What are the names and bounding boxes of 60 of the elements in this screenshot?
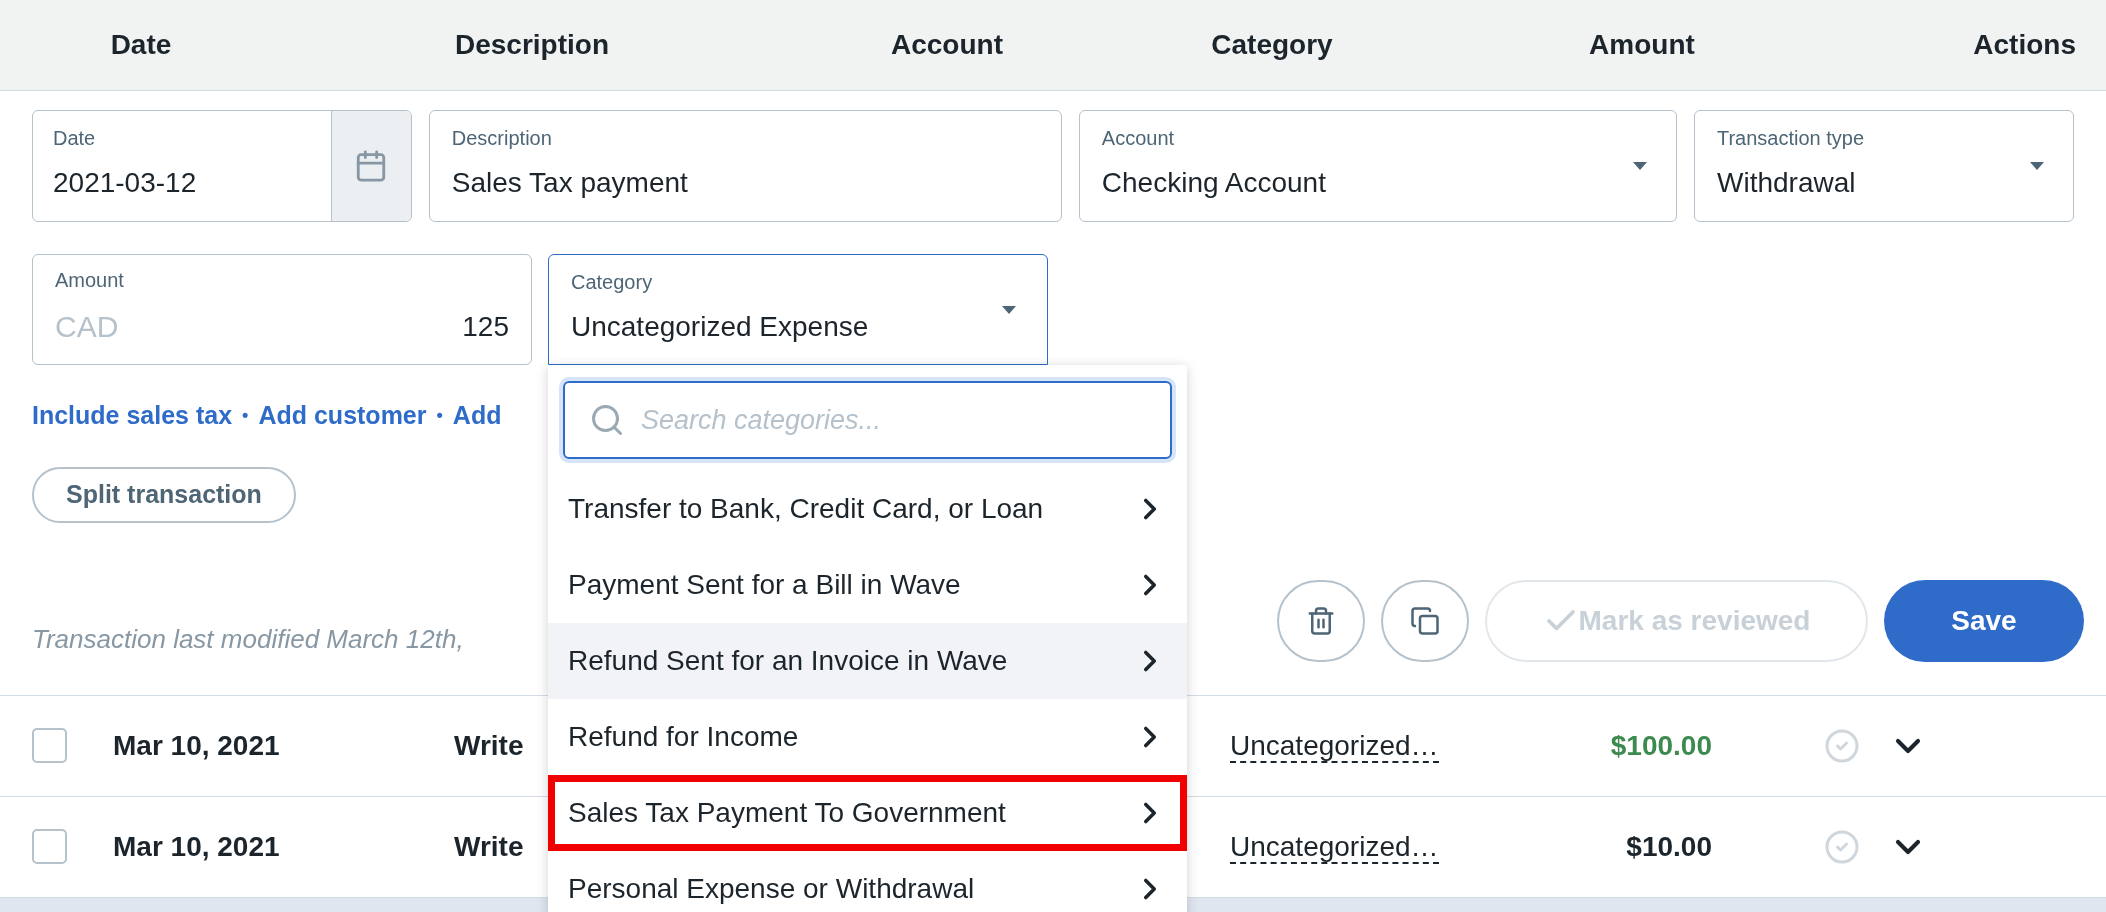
row-description: Write xyxy=(454,729,524,761)
field-label: Amount xyxy=(55,270,125,290)
transaction-type-select[interactable]: Transaction type Withdrawal xyxy=(1694,110,2074,222)
caret-icon xyxy=(1001,304,1017,315)
row-checkbox[interactable] xyxy=(32,829,67,864)
column-header: Description xyxy=(455,29,609,60)
trash-icon xyxy=(1306,605,1336,636)
delete-button[interactable] xyxy=(1277,579,1365,662)
field-value: Withdrawal xyxy=(1717,166,1857,200)
category-option[interactable]: Payment Sent for a Bill in Wave xyxy=(548,547,1187,623)
row-category[interactable]: Uncategorized… xyxy=(1230,729,1439,763)
row-category[interactable]: Uncategorized… xyxy=(1230,830,1439,864)
amount-field[interactable]: Amount CAD 125 xyxy=(32,254,532,365)
column-header: Category xyxy=(1211,29,1333,60)
row-date: Mar 10, 2021 xyxy=(113,729,280,761)
field-value: 2021-03-12 xyxy=(53,166,198,200)
row-checkbox[interactable] xyxy=(32,728,67,763)
currency-label: CAD xyxy=(55,309,119,345)
column-header: Amount xyxy=(1589,29,1695,60)
column-header: Actions xyxy=(1973,29,2076,60)
date-field[interactable]: Date 2021-03-12 xyxy=(32,110,412,222)
link[interactable]: Add xyxy=(452,397,502,435)
field-label: Account xyxy=(1101,128,1176,148)
row-description: Write xyxy=(454,830,524,862)
row-amount: $100.00 xyxy=(1610,729,1712,761)
field-value: Uncategorized Expense xyxy=(571,309,870,344)
save-button[interactable]: Save xyxy=(1884,579,2084,662)
field-label: Category xyxy=(571,271,654,292)
account-select[interactable]: Account Checking Account xyxy=(1078,110,1677,222)
modified-note: Transaction last modified March 12th, xyxy=(32,622,464,656)
category-option[interactable]: Personal Expense or Withdrawal xyxy=(548,851,1187,912)
category-option[interactable]: Refund for Income xyxy=(548,699,1187,775)
duplicate-button[interactable] xyxy=(1381,579,1469,662)
field-value: Checking Account xyxy=(1101,166,1327,200)
field-label: Description xyxy=(451,128,553,148)
field-label: Date xyxy=(53,128,97,148)
link[interactable]: Add customer xyxy=(258,397,427,435)
field-value: 125 xyxy=(462,309,509,344)
search-icon xyxy=(589,402,625,438)
category-option[interactable]: Refund Sent for an Invoice in Wave xyxy=(548,623,1187,699)
category-option[interactable]: Sales Tax Payment To Government xyxy=(548,775,1187,851)
copy-icon xyxy=(1410,605,1440,636)
reviewed-status-icon[interactable] xyxy=(1824,828,1860,865)
field-label: Transaction type xyxy=(1717,128,1866,148)
row-date: Mar 10, 2021 xyxy=(113,830,280,862)
column-header: Account xyxy=(891,29,1003,60)
search-input[interactable]: Search categories... xyxy=(641,399,1146,441)
category-option[interactable]: Transfer to Bank, Credit Card, or Loan xyxy=(548,471,1187,547)
category-select[interactable]: Category Uncategorized Expense xyxy=(548,254,1048,365)
separator-dot: • xyxy=(436,404,443,428)
split-transaction-button[interactable]: Split transaction xyxy=(32,466,296,523)
separator-dot: • xyxy=(242,404,249,428)
reviewed-status-icon[interactable] xyxy=(1824,727,1860,764)
caret-icon xyxy=(1632,161,1648,171)
field-value: Sales Tax payment xyxy=(451,166,689,200)
row-amount: $10.00 xyxy=(1626,830,1712,862)
caret-icon xyxy=(2029,161,2045,171)
link[interactable]: Include sales tax xyxy=(32,397,233,435)
description-field[interactable]: Description Sales Tax payment xyxy=(428,110,1062,222)
column-header: Date xyxy=(110,29,172,60)
